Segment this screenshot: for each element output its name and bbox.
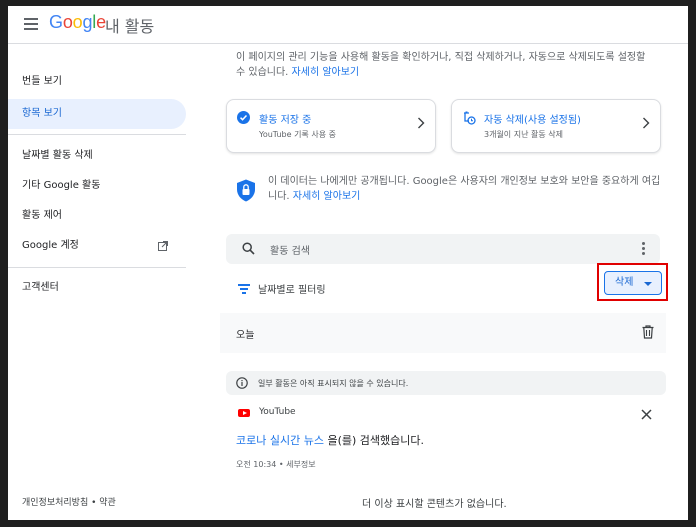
- google-logo[interactable]: Google: [49, 12, 106, 33]
- caret-down-icon: [644, 282, 652, 286]
- sidebar-item-google-account[interactable]: Google 계정: [8, 231, 186, 261]
- sidebar-divider: [8, 134, 186, 135]
- sidebar-item-delete-by-date[interactable]: 날짜별 활동 삭제: [8, 141, 186, 171]
- today-section-header: 오늘: [220, 313, 666, 353]
- page-title: 내 활동: [105, 17, 155, 36]
- app-window: Google 내 활동 번들 보기 항목 보기 날짜별 활동 삭제 기타 Goo…: [8, 6, 688, 520]
- delete-button-label: 삭제: [615, 277, 634, 288]
- search-icon: [242, 242, 255, 255]
- card-title: 자동 삭제(사용 설정됨): [484, 115, 581, 126]
- delete-dropdown-button[interactable]: 삭제: [604, 271, 662, 295]
- activity-query-link[interactable]: 코로나 실시간 뉴스: [236, 434, 324, 447]
- search-input[interactable]: 활동 검색: [270, 242, 310, 257]
- top-bar: Google 내 활동: [8, 6, 688, 44]
- youtube-icon: [238, 409, 250, 417]
- card-subtitle: YouTube 기록 사용 중: [259, 130, 336, 139]
- shield-lock-icon: [237, 179, 255, 202]
- privacy-text: 이 데이터는 나에게만 공개됩니다. Google은 사용자의 개인정보 보호와…: [268, 174, 668, 204]
- more-vert-icon[interactable]: [642, 242, 646, 257]
- sidebar-divider: [8, 267, 186, 268]
- activity-suffix: 을(를) 검색했습니다.: [323, 434, 424, 447]
- close-icon[interactable]: [641, 409, 652, 420]
- card-title: 활동 저장 중: [259, 115, 312, 126]
- logo-letter: g: [82, 12, 93, 32]
- today-label: 오늘: [236, 330, 255, 341]
- info-notice: 일부 활동은 아직 표시되지 않을 수 있습니다.: [226, 371, 666, 395]
- intro-description: 이 페이지의 관리 기능을 사용해 활동을 확인하거나, 직접 삭제하거나, 자…: [236, 50, 656, 80]
- privacy-learn-more-link[interactable]: 자세히 알아보기: [293, 191, 361, 202]
- info-icon: [236, 377, 248, 389]
- sidebar-item-activity-controls[interactable]: 활동 제어: [8, 201, 186, 231]
- chevron-right-icon: [643, 117, 650, 129]
- check-circle-icon: [237, 111, 250, 124]
- auto-delete-icon: [464, 111, 476, 125]
- logo-letter: G: [49, 12, 63, 32]
- card-subtitle: 3개월이 지난 활동 삭제: [484, 130, 563, 139]
- activity-item: 코로나 실시간 뉴스 을(를) 검색했습니다.: [236, 432, 424, 448]
- activity-meta[interactable]: 오전 10:34 • 세부정보: [236, 459, 316, 470]
- auto-delete-card[interactable]: 자동 삭제(사용 설정됨) 3개월이 지난 활동 삭제: [451, 99, 661, 153]
- learn-more-link[interactable]: 자세히 알아보기: [292, 67, 360, 78]
- activity-saving-card[interactable]: 활동 저장 중 YouTube 기록 사용 중: [226, 99, 436, 153]
- sidebar-item-item-view[interactable]: 항목 보기: [8, 99, 186, 129]
- sidebar: 번들 보기 항목 보기 날짜별 활동 삭제 기타 Google 활동 활동 제어…: [8, 45, 188, 520]
- end-of-content-message: 더 이상 표시할 콘텐츠가 없습니다.: [362, 499, 507, 510]
- logo-letter: o: [62, 12, 73, 32]
- filter-by-date[interactable]: 날짜별로 필터링: [258, 281, 326, 296]
- chevron-right-icon: [418, 117, 425, 129]
- sidebar-item-label: Google 계정: [22, 240, 79, 251]
- sidebar-item-other-activity[interactable]: 기타 Google 활동: [8, 171, 186, 201]
- hamburger-menu-icon[interactable]: [24, 18, 38, 30]
- privacy-notice: 이 데이터는 나에게만 공개됩니다. Google은 사용자의 개인정보 보호와…: [198, 171, 660, 211]
- sidebar-item-bundle-view[interactable]: 번들 보기: [8, 67, 186, 97]
- trash-icon[interactable]: [642, 325, 654, 339]
- open-in-new-icon: [158, 241, 168, 251]
- source-name: YouTube: [259, 407, 296, 417]
- filter-list-icon[interactable]: [238, 284, 250, 296]
- activity-search-bar[interactable]: 활동 검색: [226, 234, 660, 264]
- logo-letter: o: [72, 12, 83, 32]
- notice-text: 일부 활동은 아직 표시되지 않을 수 있습니다.: [258, 379, 409, 388]
- main-content: 이 페이지의 관리 기능을 사용해 활동을 확인하거나, 직접 삭제하거나, 자…: [188, 45, 688, 520]
- footer-links[interactable]: 개인정보처리방침 • 약관: [22, 495, 116, 508]
- sidebar-item-help-center[interactable]: 고객센터: [8, 273, 186, 303]
